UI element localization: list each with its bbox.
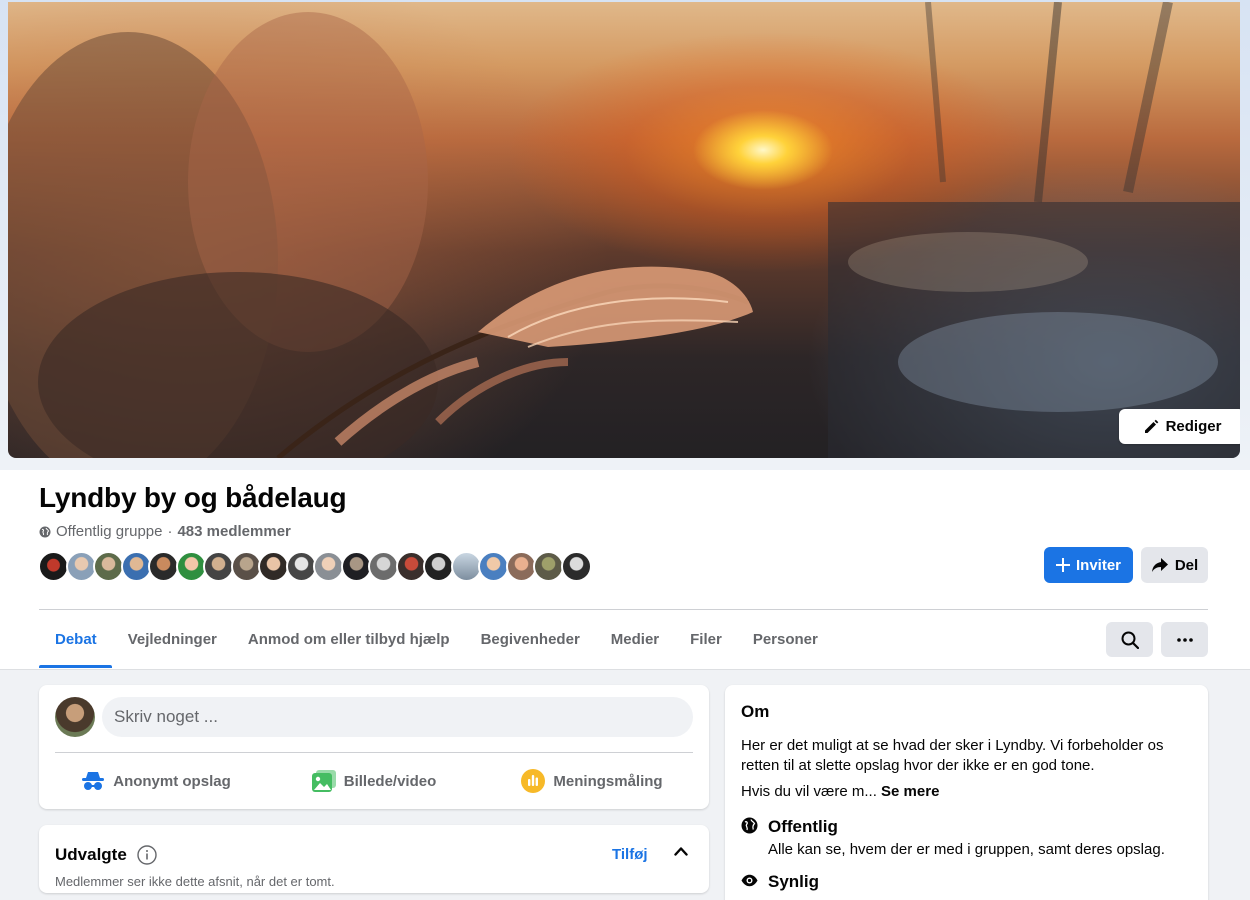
edit-cover-label: Rediger xyxy=(1165,418,1222,435)
avatar[interactable] xyxy=(93,551,124,582)
group-title: Lyndby by og bådelaug xyxy=(39,482,347,513)
about-public-row: Offentlig Alle kan se, hvem der er med i… xyxy=(741,817,1165,858)
composer-placeholder: Skriv noget ... xyxy=(114,707,218,726)
avatar[interactable] xyxy=(148,551,179,582)
globe-icon xyxy=(741,817,758,834)
composer-divider xyxy=(55,752,693,753)
avatar[interactable] xyxy=(203,551,234,582)
about-title: Om xyxy=(741,702,770,721)
about-visible-row: Synlig xyxy=(741,872,819,892)
share-arrow-icon xyxy=(1151,558,1168,572)
poll-label: Meningsmåling xyxy=(553,772,663,790)
poll-button[interactable]: Meningsmåling xyxy=(483,761,701,801)
about-description: Her er det muligt at se hvad der sker i … xyxy=(741,737,1164,774)
featured-add-link[interactable]: Tilføj xyxy=(612,846,648,863)
photo-video-button[interactable]: Billede/video xyxy=(265,761,483,801)
more-options-button[interactable] xyxy=(1161,622,1208,657)
featured-subtitle: Medlemmer ser ikke dette afsnit, når det… xyxy=(55,874,335,889)
photo-icon xyxy=(311,770,336,792)
cover-area: Rediger xyxy=(0,0,1250,470)
tab-debat[interactable]: Debat xyxy=(39,610,113,668)
avatar[interactable] xyxy=(478,551,509,582)
about-truncated: Hvis du vil være m... Se mere xyxy=(741,783,939,800)
avatar[interactable] xyxy=(120,551,152,582)
avatar[interactable] xyxy=(340,551,372,582)
poll-icon xyxy=(521,769,546,793)
meta-separator: · xyxy=(167,523,173,540)
public-title: Offentlig xyxy=(768,817,838,836)
eye-icon xyxy=(741,874,758,887)
tab-medier[interactable]: Medier xyxy=(595,610,674,668)
avatar[interactable] xyxy=(368,551,399,582)
search-icon xyxy=(1121,631,1139,649)
group-meta: Offentlig gruppe · 483 medlemmer xyxy=(39,523,291,540)
avatar[interactable] xyxy=(230,551,262,582)
tab-personer[interactable]: Personer xyxy=(737,610,833,668)
incognito-icon xyxy=(82,772,105,790)
avatar[interactable] xyxy=(560,551,592,582)
share-button[interactable]: Del xyxy=(1141,547,1208,583)
see-more-link[interactable]: Se mere xyxy=(881,783,939,800)
anonymous-post-label: Anonymt opslag xyxy=(113,772,231,790)
edit-cover-button[interactable]: Rediger xyxy=(1119,409,1240,444)
avatar[interactable] xyxy=(533,551,564,582)
avatar[interactable] xyxy=(285,551,317,582)
plus-icon xyxy=(1055,558,1070,572)
anonymous-post-button[interactable]: Anonymt opslag xyxy=(47,761,265,801)
avatar[interactable] xyxy=(175,551,207,582)
member-count[interactable]: 483 medlemmer xyxy=(177,523,290,540)
tab-vejledninger[interactable]: Vejledninger xyxy=(112,610,232,668)
tab-anmod-om-hjaelp[interactable]: Anmod om eller tilbyd hjælp xyxy=(232,610,465,668)
avatar[interactable] xyxy=(313,551,344,582)
avatar[interactable] xyxy=(258,551,289,582)
avatar[interactable] xyxy=(395,551,427,582)
chevron-up-icon[interactable] xyxy=(674,846,688,856)
about-truncated-text: Hvis du vil være m... xyxy=(741,783,877,800)
tab-begivenheder[interactable]: Begivenheder xyxy=(465,610,595,668)
member-avatars[interactable] xyxy=(38,551,592,582)
info-icon[interactable] xyxy=(137,845,157,865)
composer-actions: Anonymt opslag Billede/video Meningsmåli… xyxy=(47,761,701,801)
globe-icon xyxy=(39,526,51,537)
tab-filer[interactable]: Filer xyxy=(675,610,738,668)
avatar[interactable] xyxy=(65,551,97,582)
current-user-avatar[interactable] xyxy=(55,697,95,737)
visible-title: Synlig xyxy=(768,872,820,891)
share-label: Del xyxy=(1174,556,1199,574)
about-card: Om Her er det muligt at se hvad der sker… xyxy=(725,685,1208,900)
group-tabs: Debat Vejledninger Anmod om eller tilbyd… xyxy=(39,610,833,668)
invite-label: Inviter xyxy=(1075,556,1121,574)
post-composer: Skriv noget ... Anonymt opslag Billede/v… xyxy=(39,685,709,809)
group-privacy[interactable]: Offentlig gruppe xyxy=(56,523,162,540)
avatar[interactable] xyxy=(505,551,537,582)
public-text: Alle kan se, hvem der er med i gruppen, … xyxy=(768,841,1165,858)
invite-button[interactable]: Inviter xyxy=(1044,547,1133,583)
avatar[interactable] xyxy=(423,551,454,582)
avatar[interactable] xyxy=(450,551,482,582)
cover-photo[interactable]: Rediger xyxy=(8,2,1240,458)
featured-header: Udvalgte xyxy=(55,845,157,865)
pencil-icon xyxy=(1144,419,1158,433)
avatar[interactable] xyxy=(38,551,69,582)
composer-input[interactable]: Skriv noget ... xyxy=(102,697,693,737)
ellipsis-icon xyxy=(1176,637,1193,642)
group-search-button[interactable] xyxy=(1106,622,1153,657)
featured-section: Udvalgte Medlemmer ser ikke dette afsnit… xyxy=(39,825,709,893)
reed-silhouette-illustration xyxy=(8,2,1240,458)
featured-title: Udvalgte xyxy=(55,845,127,864)
photo-video-label: Billede/video xyxy=(343,772,437,790)
